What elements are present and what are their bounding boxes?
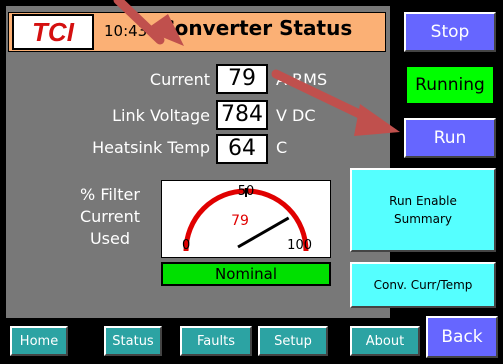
nav-faults-button[interactable]: Faults: [180, 326, 252, 356]
link-voltage-value: 784: [216, 100, 268, 130]
page-title: Converter Status: [160, 16, 353, 40]
nav-about-button[interactable]: About: [350, 326, 420, 356]
heatsink-temp-value: 64: [216, 134, 268, 164]
nav-home-button[interactable]: Home: [10, 326, 68, 356]
run-button[interactable]: Run: [404, 118, 496, 158]
run-enable-summary-line-1: Run Enable: [389, 194, 457, 208]
filter-label-line-3: Used: [89, 229, 131, 248]
gauge-value-label: 79: [231, 213, 249, 229]
gauge-max-label: 100: [287, 238, 312, 253]
running-indicator: Running: [404, 64, 496, 106]
back-button[interactable]: Back: [426, 316, 498, 358]
nav-status-button[interactable]: Status: [104, 326, 162, 356]
tci-logo: TCI: [12, 14, 94, 50]
link-voltage-unit: V DC: [276, 106, 316, 125]
filter-current-label: % Filter Current Used: [64, 184, 156, 250]
gauge-mid-label: 50: [238, 184, 255, 199]
clock-time: 10:43: [104, 22, 148, 40]
nav-setup-button[interactable]: Setup: [258, 326, 328, 356]
heatsink-temp-label: Heatsink Temp: [92, 138, 210, 157]
run-enable-summary-button[interactable]: Run Enable Summary: [350, 168, 496, 252]
gauge-svg: 50 79 0 100: [182, 184, 312, 253]
current-label: Current: [149, 70, 210, 89]
gauge-status-text: Nominal: [163, 264, 329, 284]
current-value: 79: [216, 64, 268, 94]
stop-button[interactable]: Stop: [404, 12, 496, 52]
link-voltage-label: Link Voltage: [112, 106, 210, 125]
gauge-min-label: 0: [182, 238, 190, 253]
tci-logo-icon: TCI: [32, 18, 75, 46]
svg-text:TCI: TCI: [32, 18, 75, 46]
conv-curr-temp-button[interactable]: Conv. Curr/Temp: [350, 262, 496, 308]
filter-current-gauge: 50 79 0 100: [161, 180, 331, 258]
run-enable-summary-line-2: Summary: [394, 212, 452, 226]
heatsink-temp-unit: C: [276, 138, 288, 157]
filter-label-line-2: Current: [79, 207, 141, 226]
current-unit: A RMS: [276, 70, 328, 89]
filter-label-line-1: % Filter: [80, 185, 140, 204]
gauge-status: Nominal: [161, 262, 331, 286]
